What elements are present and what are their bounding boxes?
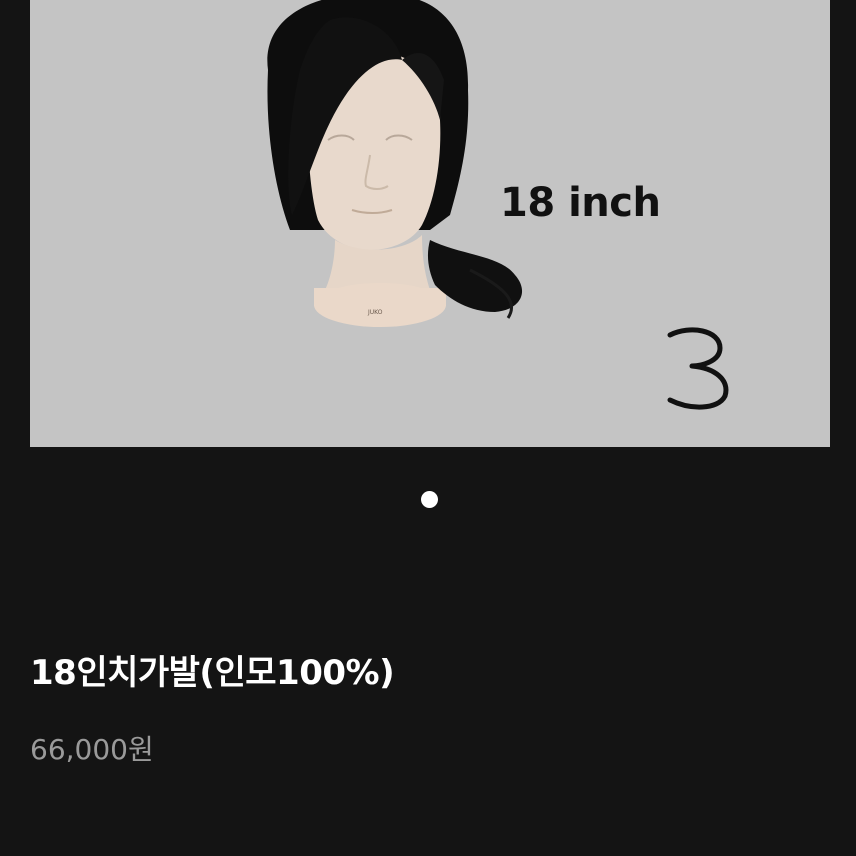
product-image[interactable]: JUKO 18 inch	[30, 0, 830, 447]
product-detail-page: JUKO 18 inch 18인치가발(인모100%) 66,000원	[0, 0, 856, 856]
product-title: 18인치가발(인모100%)	[30, 653, 395, 693]
carousel-dot-active[interactable]	[421, 491, 438, 508]
size-label: 18 inch	[500, 180, 661, 226]
mannequin-illustration: JUKO	[267, 0, 729, 410]
product-price: 66,000원	[30, 733, 154, 766]
svg-text:JUKO: JUKO	[367, 309, 383, 316]
carousel-indicator	[0, 491, 856, 509]
